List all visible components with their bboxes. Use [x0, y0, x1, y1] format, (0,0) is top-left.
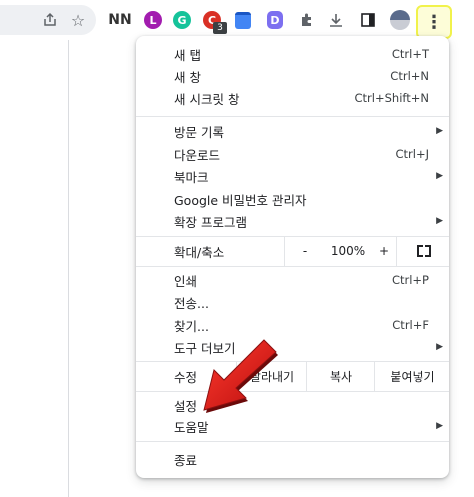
menu-item-incognito[interactable]: 새 시크릿 창 Ctrl+Shift+N — [136, 87, 449, 109]
menu-item-history[interactable]: 방문 기록 ▶ — [136, 120, 449, 142]
star-icon[interactable]: ☆ — [66, 8, 90, 32]
page-divider — [68, 40, 69, 497]
profile-icon[interactable] — [388, 8, 412, 32]
share-icon[interactable] — [38, 8, 62, 32]
menu-separator — [136, 391, 449, 392]
menu-item-new-window[interactable]: 새 창 Ctrl+N — [136, 65, 449, 87]
calendar-icon[interactable] — [231, 8, 255, 32]
extension-badge: 3 — [213, 22, 227, 34]
zoom-level: 100% — [330, 244, 366, 258]
menu-separator — [136, 441, 449, 442]
menu-item-bookmarks[interactable]: 북마크 ▶ — [136, 165, 449, 187]
menu-item-more-tools[interactable]: 도구 더보기 ▶ — [136, 336, 449, 358]
chrome-main-menu: 새 탭 Ctrl+T 새 창 Ctrl+N 새 시크릿 창 Ctrl+Shift… — [136, 36, 449, 478]
menu-item-extensions[interactable]: 확장 프로그램 ▶ — [136, 210, 449, 232]
grammarly-icon[interactable]: G — [170, 8, 194, 32]
nn-extension-icon[interactable]: ΝΝ — [108, 8, 132, 32]
paste-button[interactable]: 붙여넣기 — [374, 361, 450, 391]
zoom-out-button[interactable]: - — [284, 236, 325, 266]
submenu-arrow-icon: ▶ — [436, 421, 443, 431]
zoom-row: 확대/축소 - 100% + — [136, 236, 449, 266]
d-extension-icon[interactable]: D — [263, 8, 287, 32]
menu-item-downloads[interactable]: 다운로드 Ctrl+J — [136, 143, 449, 165]
menu-item-settings[interactable]: 설정 — [136, 394, 449, 416]
lr-extension-icon[interactable]: L — [141, 8, 165, 32]
menu-item-print[interactable]: 인쇄 Ctrl+P — [136, 269, 449, 291]
menu-item-help[interactable]: 도움말 ▶ — [136, 415, 449, 437]
browser-toolbar: ☆ ΝΝ L G C 3 D ⋮ — [0, 0, 474, 40]
submenu-arrow-icon: ▶ — [436, 342, 443, 352]
submenu-arrow-icon: ▶ — [436, 126, 443, 136]
kebab-icon: ⋮ — [425, 11, 443, 33]
menu-separator — [136, 266, 449, 267]
submenu-arrow-icon: ▶ — [436, 216, 443, 226]
menu-separator — [136, 116, 449, 117]
puzzle-icon[interactable] — [295, 8, 319, 32]
fullscreen-icon — [416, 245, 431, 257]
red-pointer-arrow-icon — [203, 339, 278, 413]
sidepanel-icon[interactable] — [356, 8, 380, 32]
menu-item-cast[interactable]: 전송... — [136, 291, 449, 313]
edit-row: 수정 잘라내기 복사 붙여넣기 — [136, 361, 449, 391]
copy-button[interactable]: 복사 — [306, 361, 375, 391]
more-menu-button[interactable]: ⋮ — [416, 5, 452, 39]
zoom-in-button[interactable]: + — [372, 236, 396, 266]
submenu-arrow-icon: ▶ — [436, 171, 443, 181]
menu-item-find[interactable]: 찾기... Ctrl+F — [136, 314, 449, 336]
download-icon[interactable] — [324, 8, 348, 32]
fullscreen-button[interactable] — [396, 236, 450, 266]
menu-item-exit[interactable]: 종료 — [136, 448, 449, 470]
menu-item-passwords[interactable]: Google 비밀번호 관리자 — [136, 188, 449, 210]
menu-item-new-tab[interactable]: 새 탭 Ctrl+T — [136, 43, 449, 65]
